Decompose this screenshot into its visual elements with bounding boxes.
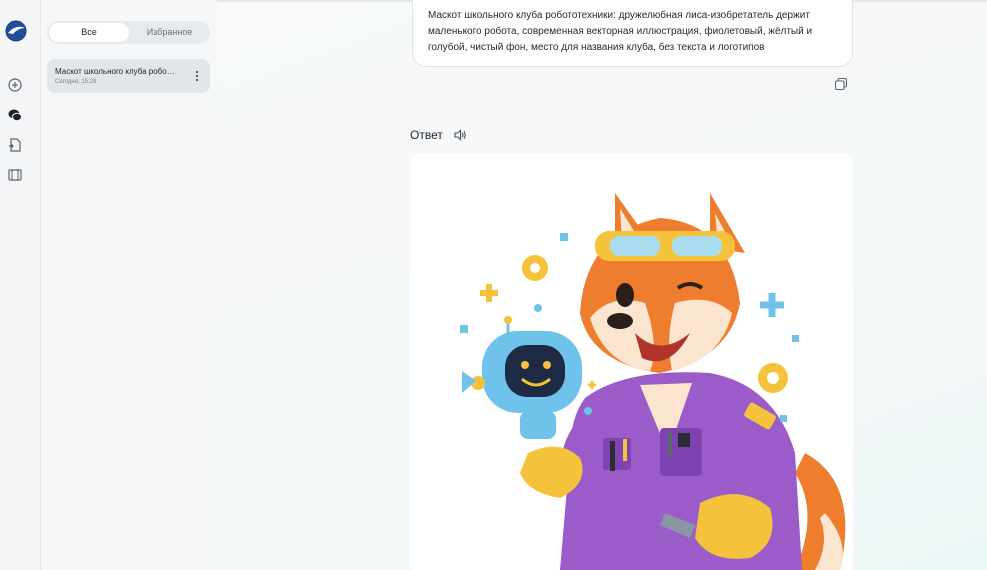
tab-favorites[interactable]: Избранное (131, 23, 208, 42)
left-rail (0, 0, 41, 570)
kebab-icon[interactable] (194, 69, 200, 83)
new-chat-icon[interactable] (7, 77, 23, 93)
tab-all[interactable]: Все (49, 23, 129, 42)
user-prompt: Маскот школьного клуба робототехники: др… (412, 0, 853, 67)
filter-switch: Все Избранное (47, 21, 210, 44)
history-panel: Все Избранное Маскот школьного клуба роб… (41, 0, 217, 570)
history-item[interactable]: Маскот школьного клуба робо… Сегодня, 15… (47, 59, 210, 93)
copy-icon[interactable] (834, 77, 848, 91)
history-item-date: Сегодня, 15:29 (55, 79, 97, 85)
answer-heading: Ответ (410, 128, 443, 142)
speaker-icon[interactable] (453, 128, 467, 142)
file-icon[interactable] (7, 137, 23, 153)
film-icon[interactable] (7, 167, 23, 183)
history-item-title: Маскот школьного клуба робо… (55, 67, 175, 76)
chats-icon[interactable] (7, 107, 23, 123)
logo-icon[interactable] (5, 20, 27, 42)
chat-area: Маскот школьного клуба робототехники: др… (217, 0, 987, 570)
generated-image[interactable] (410, 153, 853, 570)
fox-mascot-illustration (410, 153, 853, 570)
